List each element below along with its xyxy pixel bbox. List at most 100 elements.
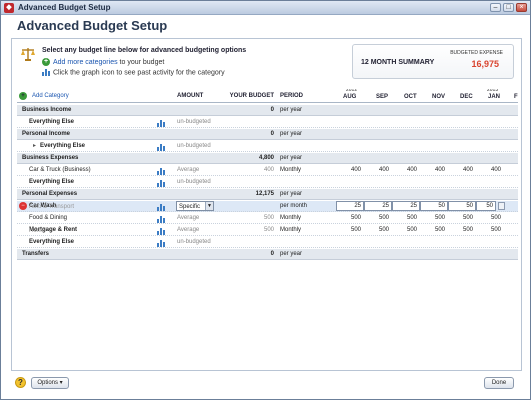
options-label: Options (37, 380, 58, 386)
done-button[interactable]: Done (484, 377, 514, 389)
remove-icon[interactable]: − (19, 202, 27, 210)
plus-icon: + (42, 58, 50, 66)
budget-row-everything-else[interactable]: Everything Else un-budgeted (17, 177, 518, 188)
month-input-dec[interactable]: 50 (448, 201, 476, 211)
month-header-nov: NOV (432, 94, 446, 100)
row-period: Monthly (280, 227, 302, 233)
month-header-sep: SEP (376, 94, 389, 100)
budget-row-car-wash-selected[interactable]: − Auto & Transport Car Wash Specific ▼ pe… (17, 201, 518, 212)
row-name: Personal Income (22, 131, 71, 137)
row-name: Everything Else (29, 179, 75, 185)
year-2013-label: 2013 (487, 89, 499, 93)
budget-row-everything-else[interactable]: Everything Else un-budgeted (17, 237, 518, 248)
month-header-oct: OCT (404, 94, 417, 100)
budget-row-everything-else[interactable]: Everything Else un-budgeted (17, 117, 518, 128)
month-value-aug[interactable]: 400 (337, 166, 361, 175)
chevron-down-icon[interactable]: ▼ (205, 202, 213, 210)
row-period: per month (280, 203, 308, 209)
budget-row-mortgage-rent[interactable]: Home Mortgage & Rent Average 500 Monthly… (17, 225, 518, 236)
row-period: per year (280, 107, 303, 113)
month-header-feb: FE (514, 94, 518, 100)
close-button[interactable]: × (516, 3, 527, 12)
category-row-personal-income[interactable]: Personal Income 0 per year (17, 129, 518, 140)
row-amount: Average (177, 227, 200, 233)
month-input-sep[interactable]: 25 (364, 201, 392, 211)
month-input-aug[interactable]: 25 (336, 201, 364, 211)
summary-label: 12 MONTH SUMMARY (361, 59, 435, 66)
month-value-jan[interactable]: 500 (477, 226, 501, 235)
budget-row-food-dining[interactable]: Food & Dining Average 500 Monthly 500 50… (17, 213, 518, 224)
graph-instruction-text: Click the graph icon to see past activit… (53, 69, 225, 77)
row-name: Personal Expenses (22, 191, 78, 197)
month-value-nov[interactable]: 400 (421, 166, 445, 175)
row-budget: 4,800 (258, 155, 274, 161)
row-name: Transfers (22, 251, 50, 257)
month-header-jan: JAN (488, 94, 501, 100)
row-budget: 400 (263, 167, 274, 173)
options-button[interactable]: Options ▾ (31, 377, 69, 389)
row-amount: Average (177, 215, 200, 221)
row-amount: un-budgeted (177, 119, 211, 125)
month-input-jan[interactable]: 50 (476, 201, 496, 211)
budget-row-everything-else[interactable]: ▸ Everything Else un-budgeted (17, 141, 518, 152)
month-value-aug[interactable]: 500 (337, 214, 361, 223)
budgeted-expense-value: 16,975 (471, 59, 499, 69)
row-budget: 0 (270, 251, 274, 257)
month-value-aug[interactable]: 500 (337, 226, 361, 235)
row-budget: 500 (263, 227, 274, 233)
row-budget: 0 (270, 131, 274, 137)
row-period: per year (280, 251, 303, 257)
row-period: Monthly (280, 167, 302, 173)
month-value-dec[interactable]: 500 (449, 214, 473, 223)
calendar-icon[interactable] (498, 202, 505, 210)
twelve-month-summary: 12 MONTH SUMMARY BUDGETED EXPENSE 16,975 (352, 44, 514, 79)
bar-graph-icon (42, 69, 50, 76)
row-budget: 0 (270, 107, 274, 113)
row-amount: Average (177, 167, 200, 173)
app-logo-icon: ◆ (4, 3, 14, 13)
row-amount: un-budgeted (177, 143, 211, 149)
maximize-button[interactable]: □ (503, 3, 514, 12)
category-row-transfers[interactable]: Transfers 0 per year (17, 249, 518, 260)
page-title: Advanced Budget Setup (17, 18, 168, 33)
minimize-button[interactable]: – (490, 3, 501, 12)
add-category-link[interactable]: Add Category (32, 93, 69, 99)
month-value-oct[interactable]: 500 (393, 214, 417, 223)
month-value-jan[interactable]: 400 (477, 166, 501, 175)
your-budget-header: YOUR BUDGET (229, 93, 274, 99)
category-row-business-income[interactable]: Business Income 0 per year (17, 105, 518, 116)
month-value-oct[interactable]: 500 (393, 226, 417, 235)
month-value-nov[interactable]: 500 (421, 226, 445, 235)
row-name: Car & Truck (Business) (29, 167, 91, 173)
row-period: per year (280, 191, 303, 197)
month-value-sep[interactable]: 500 (365, 214, 389, 223)
month-value-dec[interactable]: 500 (449, 226, 473, 235)
month-input-oct[interactable]: 25 (392, 201, 420, 211)
month-value-sep[interactable]: 500 (365, 226, 389, 235)
expand-arrow-icon[interactable]: ▸ (33, 142, 36, 151)
month-value-nov[interactable]: 500 (421, 214, 445, 223)
month-value-oct[interactable]: 400 (393, 166, 417, 175)
add-more-categories-link[interactable]: Add more categories (53, 59, 118, 66)
instruction-text: Select any budget line below for advance… (42, 47, 247, 54)
row-name: Business Expenses (22, 155, 79, 161)
help-icon[interactable]: ? (15, 377, 26, 388)
month-input-nov[interactable]: 50 (420, 201, 448, 211)
category-row-personal-expenses[interactable]: Personal Expenses 12,175 per year (17, 189, 518, 200)
chevron-down-icon: ▾ (59, 380, 63, 386)
month-value-sep[interactable]: 400 (365, 166, 389, 175)
parent-category: Auto & Transport (29, 204, 75, 210)
row-amount: un-budgeted (177, 179, 211, 185)
window-title: Advanced Budget Setup (18, 3, 111, 12)
advanced-budget-window: ◆ Advanced Budget Setup – □ × Advanced B… (0, 0, 531, 400)
month-value-jan[interactable]: 500 (477, 214, 501, 223)
month-header-dec: DEC (460, 94, 473, 100)
category-row-business-expenses[interactable]: Business Expenses 4,800 per year (17, 153, 518, 164)
month-value-dec[interactable]: 400 (449, 166, 473, 175)
budgeted-expense-label: BUDGETED EXPENSE (450, 50, 503, 56)
row-name: Home Mortgage & Rent (29, 226, 77, 235)
year-2012-label: 2012 (346, 89, 358, 93)
dropdown-value: Specific (179, 204, 201, 210)
budget-row-car-truck[interactable]: Car & Truck (Business) Average 400 Month… (17, 165, 518, 176)
amount-type-dropdown[interactable]: Specific ▼ (176, 201, 214, 211)
